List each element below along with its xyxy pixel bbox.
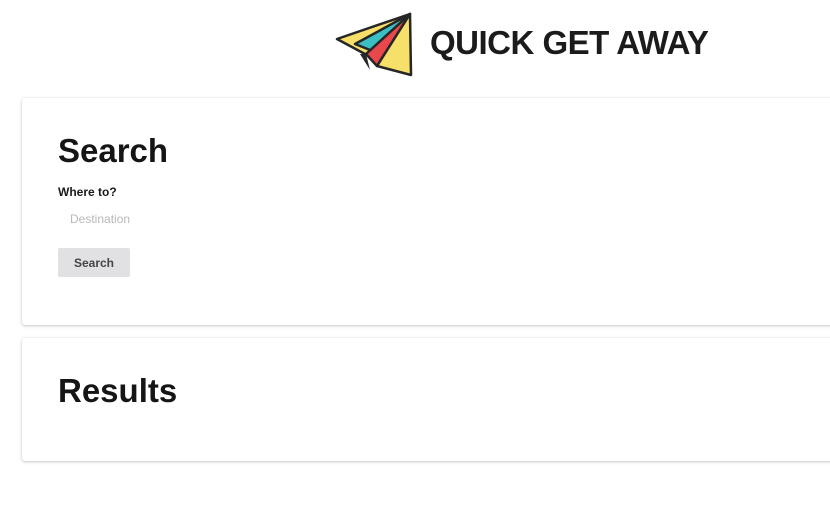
search-card: Search Where to? Search	[22, 98, 830, 325]
destination-input[interactable]	[58, 207, 330, 231]
search-button[interactable]: Search	[58, 248, 130, 277]
search-heading: Search	[58, 132, 169, 169]
brand-header: QUICK GET AWAY	[334, 10, 709, 80]
results-heading: Results	[58, 372, 178, 409]
app-page: QUICK GET AWAY Search Where to? Search R…	[0, 0, 830, 508]
paper-plane-icon	[335, 12, 413, 77]
destination-label: Where to?	[58, 185, 117, 199]
results-card: Results	[22, 338, 830, 461]
brand-title: QUICK GET AWAY	[430, 23, 709, 61]
